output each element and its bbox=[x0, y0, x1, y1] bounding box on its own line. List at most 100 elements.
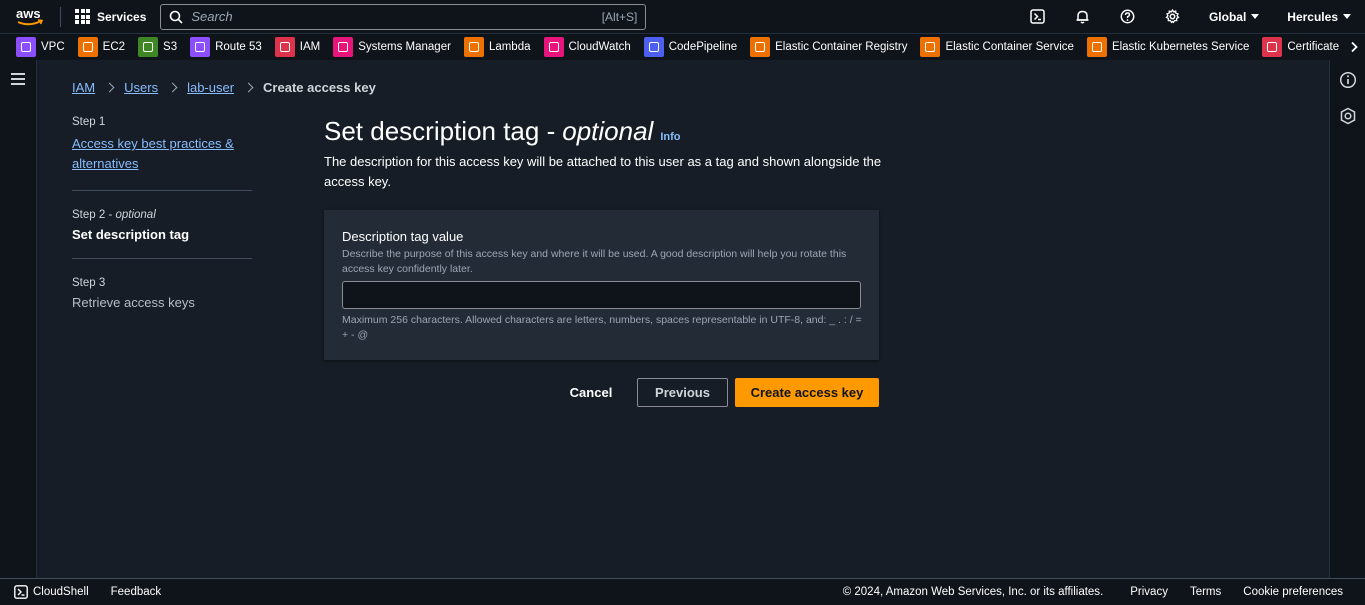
favorite-label: Lambda bbox=[488, 41, 531, 53]
svg-text:aws: aws bbox=[16, 6, 41, 21]
favorite-item[interactable]: Systems Manager bbox=[333, 37, 451, 57]
page-title: Set description tag - optional Info bbox=[324, 116, 680, 147]
services-label: Services bbox=[97, 9, 147, 24]
page-title-optional: optional bbox=[562, 116, 654, 146]
caret-down-icon bbox=[1251, 14, 1260, 19]
favorite-label: Elastic Container Service bbox=[945, 41, 1074, 53]
favorite-item[interactable]: Elastic Container Service bbox=[920, 37, 1074, 57]
info-panel-icon[interactable] bbox=[1339, 71, 1357, 89]
service-icon bbox=[190, 37, 211, 57]
step-2-title: Set description tag bbox=[72, 227, 190, 242]
search-input[interactable] bbox=[191, 9, 602, 24]
breadcrumb-separator-icon bbox=[243, 82, 254, 93]
favorite-label: IAM bbox=[299, 41, 321, 53]
service-icon bbox=[138, 37, 159, 57]
breadcrumb-users[interactable]: Users bbox=[124, 80, 158, 95]
search-shortcut: [Alt+S] bbox=[601, 9, 638, 24]
footer-cloudshell-label: CloudShell bbox=[33, 586, 89, 598]
footer-feedback-label: Feedback bbox=[110, 586, 162, 598]
aws-logo[interactable]: aws bbox=[0, 0, 60, 33]
footer-left: CloudShell Feedback bbox=[0, 585, 183, 599]
favorite-item[interactable]: Route 53 bbox=[190, 37, 262, 57]
top-navigation: aws Services [Alt+S] bbox=[0, 0, 1365, 33]
service-icon bbox=[1262, 37, 1283, 57]
tools-panel-icon[interactable] bbox=[1339, 107, 1357, 125]
footer: CloudShell Feedback © 2024, Amazon Web S… bbox=[0, 578, 1365, 605]
service-icon bbox=[333, 37, 354, 57]
field-constraint: Maximum 256 characters. Allowed characte… bbox=[342, 314, 862, 341]
favorite-label: S3 bbox=[163, 41, 178, 53]
wizard-step-1: Step 1 Access key best practices & alter… bbox=[72, 116, 252, 191]
favorite-item[interactable]: CloudWatch bbox=[543, 37, 631, 57]
step-2-optional: optional bbox=[115, 209, 156, 221]
favorite-item[interactable]: EC2 bbox=[77, 37, 126, 57]
top-right-controls: Global Hercules bbox=[1015, 0, 1365, 33]
page-description: The description for this access key will… bbox=[324, 154, 882, 189]
favorite-label: EC2 bbox=[102, 41, 126, 53]
footer-cloudshell[interactable]: CloudShell bbox=[14, 585, 89, 599]
favorites-bar: VPC EC2 S3 Route 53 IAM Systems Manager Lambda… bbox=[0, 33, 1365, 60]
favorite-label: VPC bbox=[41, 41, 65, 53]
search-icon bbox=[170, 10, 183, 24]
description-tag-panel: Description tag value Describe the purpo… bbox=[324, 210, 879, 360]
bell-icon bbox=[1076, 10, 1089, 24]
menu-toggle-icon[interactable] bbox=[11, 73, 25, 88]
service-icon bbox=[920, 37, 941, 57]
field-label: Description tag value bbox=[342, 229, 464, 244]
favorite-label: Elastic Container Registry bbox=[775, 41, 908, 53]
service-icon bbox=[274, 37, 295, 57]
favorites-scroll-right[interactable] bbox=[1343, 34, 1365, 60]
caret-down-icon bbox=[1343, 14, 1351, 19]
settings-button[interactable] bbox=[1150, 0, 1195, 33]
footer-copyright: © 2024, Amazon Web Services, Inc. or its… bbox=[842, 586, 1104, 598]
aws-logo-mark: aws bbox=[16, 6, 44, 25]
account-menu[interactable]: Hercules bbox=[1273, 0, 1365, 33]
service-icon bbox=[643, 37, 664, 57]
wizard-steps: Step 1 Access key best practices & alter… bbox=[72, 116, 252, 344]
footer-cookie-preferences-link[interactable]: Cookie preferences bbox=[1243, 586, 1343, 598]
terminal-icon bbox=[14, 585, 28, 599]
service-icon bbox=[1086, 37, 1107, 57]
footer-feedback[interactable]: Feedback bbox=[111, 586, 162, 598]
service-icon bbox=[463, 37, 484, 57]
favorite-item[interactable]: Elastic Container Registry bbox=[750, 37, 907, 57]
step-1-link[interactable]: Access key best practices & alternatives bbox=[72, 134, 252, 174]
favorite-label: Systems Manager bbox=[358, 41, 451, 53]
wizard-step-3: Step 3 Retrieve access keys bbox=[72, 277, 252, 326]
cancel-button[interactable]: Cancel bbox=[557, 378, 625, 407]
service-icon bbox=[750, 37, 771, 57]
service-icon bbox=[77, 37, 98, 57]
breadcrumb-separator-icon bbox=[167, 82, 178, 93]
favorite-item[interactable]: S3 bbox=[138, 37, 177, 57]
info-link[interactable]: Info bbox=[660, 131, 680, 143]
help-button[interactable] bbox=[1105, 0, 1150, 33]
create-access-key-button[interactable]: Create access key bbox=[735, 378, 879, 407]
step-3-label: Step 3 bbox=[72, 277, 106, 289]
favorite-label: CodePipeline bbox=[668, 41, 738, 53]
favorite-item[interactable]: IAM bbox=[274, 37, 321, 57]
region-label: Global bbox=[1208, 9, 1247, 24]
region-selector[interactable]: Global bbox=[1195, 0, 1273, 33]
favorite-item[interactable]: CodePipeline bbox=[643, 37, 738, 57]
favorite-item[interactable]: VPC bbox=[16, 37, 65, 57]
breadcrumb-current: Create access key bbox=[263, 80, 376, 95]
footer-terms-link[interactable]: Terms bbox=[1190, 586, 1221, 598]
footer-right: © 2024, Amazon Web Services, Inc. or its… bbox=[843, 579, 1365, 605]
favorite-item[interactable]: Lambda bbox=[463, 37, 531, 57]
step-1-label: Step 1 bbox=[72, 116, 106, 128]
services-menu-button[interactable]: Services bbox=[61, 0, 160, 33]
breadcrumb-lab-user[interactable]: lab-user bbox=[187, 80, 234, 95]
favorite-item[interactable]: Elastic Kubernetes Service bbox=[1086, 37, 1249, 57]
cloudshell-button[interactable] bbox=[1015, 0, 1060, 33]
notifications-button[interactable] bbox=[1060, 0, 1105, 33]
step-3-title: Retrieve access keys bbox=[72, 295, 195, 310]
description-tag-input[interactable] bbox=[342, 281, 861, 309]
search-box[interactable]: [Alt+S] bbox=[160, 3, 647, 30]
footer-privacy-link[interactable]: Privacy bbox=[1130, 586, 1168, 598]
field-description: Describe the purpose of this access key … bbox=[342, 248, 847, 275]
grid-icon bbox=[75, 9, 90, 24]
breadcrumb-separator-icon bbox=[104, 82, 115, 93]
left-rail bbox=[0, 60, 37, 578]
breadcrumb-iam[interactable]: IAM bbox=[72, 80, 95, 95]
previous-button[interactable]: Previous bbox=[637, 378, 728, 407]
